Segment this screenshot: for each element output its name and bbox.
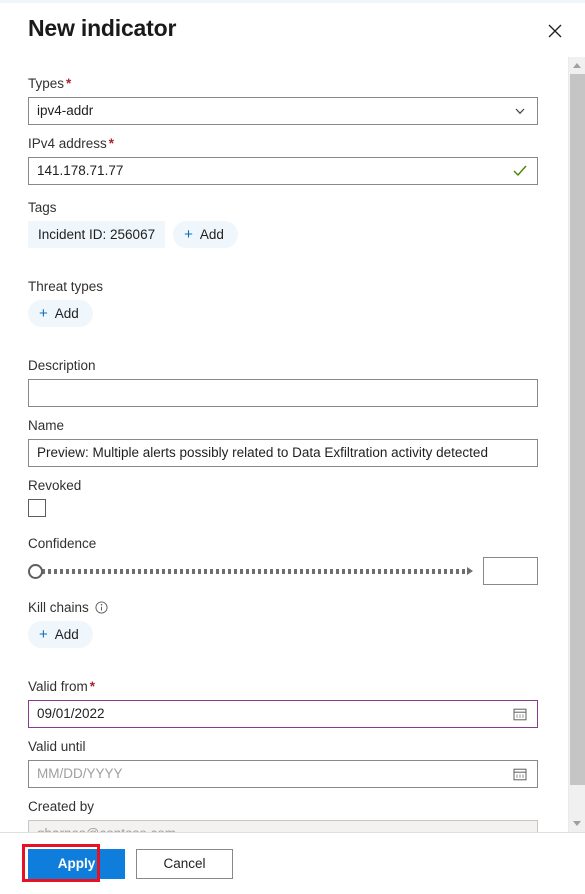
add-threat-type-button[interactable]: + Add (28, 300, 93, 327)
types-value: ipv4-addr (37, 103, 94, 118)
valid-from-label: Valid from * (28, 679, 96, 694)
confidence-row (28, 557, 538, 585)
field-valid-from: Valid from * 09/01/2022 (28, 678, 568, 728)
field-description: Description (28, 357, 568, 407)
created-by-value: gbarnes@contoso.com (37, 821, 529, 832)
calendar-icon[interactable] (511, 705, 529, 723)
valid-until-input[interactable]: MM/DD/YYYY (28, 760, 538, 788)
required-asterisk: * (108, 136, 115, 151)
add-tag-button[interactable]: + Add (173, 221, 238, 248)
add-threat-type-label: Add (54, 306, 79, 321)
created-by-input: gbarnes@contoso.com (28, 820, 538, 832)
types-dropdown[interactable]: ipv4-addr (28, 97, 538, 125)
scroll-down-button[interactable] (568, 815, 585, 832)
valid-until-label: Valid until (28, 739, 86, 754)
scroll-up-button[interactable] (568, 57, 585, 74)
cancel-button[interactable]: Cancel (136, 848, 233, 879)
confidence-label: Confidence (28, 536, 97, 551)
slider-end-arrow-icon (467, 567, 473, 575)
add-kill-chain-button[interactable]: + Add (28, 621, 93, 648)
tag-chip[interactable]: Incident ID: 256067 (28, 221, 166, 248)
ipv4-address-label: IPv4 address * (28, 136, 115, 151)
field-types: Types * ipv4-addr (28, 75, 568, 125)
field-confidence: Confidence (28, 535, 568, 585)
new-indicator-panel: New indicator Types * ipv4-addr IPv4 add… (0, 0, 585, 894)
panel-footer: Apply Cancel (0, 832, 585, 894)
description-label: Description (28, 358, 96, 373)
name-input[interactable]: Preview: Multiple alerts possibly relate… (28, 439, 538, 467)
revoked-label: Revoked (28, 478, 82, 493)
field-threat-types: Threat types + Add (28, 278, 568, 327)
plus-icon: + (184, 226, 193, 243)
plus-icon: + (39, 626, 48, 643)
calendar-icon[interactable] (511, 765, 529, 783)
add-tag-label: Add (199, 227, 224, 242)
field-kill-chains: Kill chains + Add (28, 599, 568, 648)
field-name: Name Preview: Multiple alerts possibly r… (28, 417, 568, 467)
checkmark-icon (511, 162, 529, 180)
add-kill-chain-label: Add (54, 627, 79, 642)
revoked-checkbox[interactable] (28, 499, 46, 517)
threat-types-row: + Add (28, 300, 568, 327)
caret-up-icon (573, 63, 581, 68)
created-by-label: Created by (28, 799, 95, 814)
scrollbar-thumb[interactable] (569, 74, 585, 786)
types-label: Types * (28, 76, 72, 91)
slider-thumb[interactable] (28, 563, 43, 579)
kill-chains-label: Kill chains (28, 599, 568, 616)
ipv4-address-input[interactable]: 141.178.71.77 (28, 157, 538, 185)
description-input[interactable] (28, 379, 538, 407)
scrollbar-track[interactable] (568, 74, 585, 815)
chevron-down-icon (511, 102, 529, 120)
plus-icon: + (39, 305, 48, 322)
panel-header: New indicator (0, 3, 585, 57)
name-value: Preview: Multiple alerts possibly relate… (37, 445, 488, 460)
vertical-scrollbar[interactable] (568, 57, 585, 832)
apply-button[interactable]: Apply (28, 848, 125, 879)
required-asterisk: * (66, 76, 72, 91)
field-valid-until: Valid until MM/DD/YYYY (28, 738, 568, 788)
field-ipv4-address: IPv4 address * 141.178.71.77 (28, 135, 568, 185)
field-revoked: Revoked (28, 477, 568, 517)
field-created-by: Created by gbarnes@contoso.com (28, 798, 568, 832)
page-title: New indicator (28, 15, 177, 41)
indicator-form: Types * ipv4-addr IPv4 address * 141.178.7… (0, 57, 568, 832)
kill-chains-row: + Add (28, 621, 568, 648)
slider-track (42, 568, 467, 574)
valid-from-value: 09/01/2022 (37, 706, 105, 721)
caret-down-icon (573, 821, 581, 826)
name-label: Name (28, 418, 65, 433)
threat-types-label: Threat types (28, 279, 104, 294)
confidence-value-input[interactable] (483, 557, 538, 585)
confidence-slider[interactable] (28, 561, 473, 581)
valid-from-input[interactable]: 09/01/2022 (28, 700, 538, 728)
field-tags: Tags Incident ID: 256067 + Add (28, 199, 568, 248)
panel-body: Types * ipv4-addr IPv4 address * 141.178.7… (0, 57, 585, 832)
close-icon[interactable] (539, 15, 571, 47)
tags-row: Incident ID: 256067 + Add (28, 221, 568, 248)
valid-until-placeholder: MM/DD/YYYY (37, 766, 123, 781)
info-icon[interactable] (95, 601, 108, 614)
tags-label: Tags (28, 200, 57, 215)
ipv4-address-value: 141.178.71.77 (37, 163, 124, 178)
required-asterisk: * (89, 679, 96, 694)
